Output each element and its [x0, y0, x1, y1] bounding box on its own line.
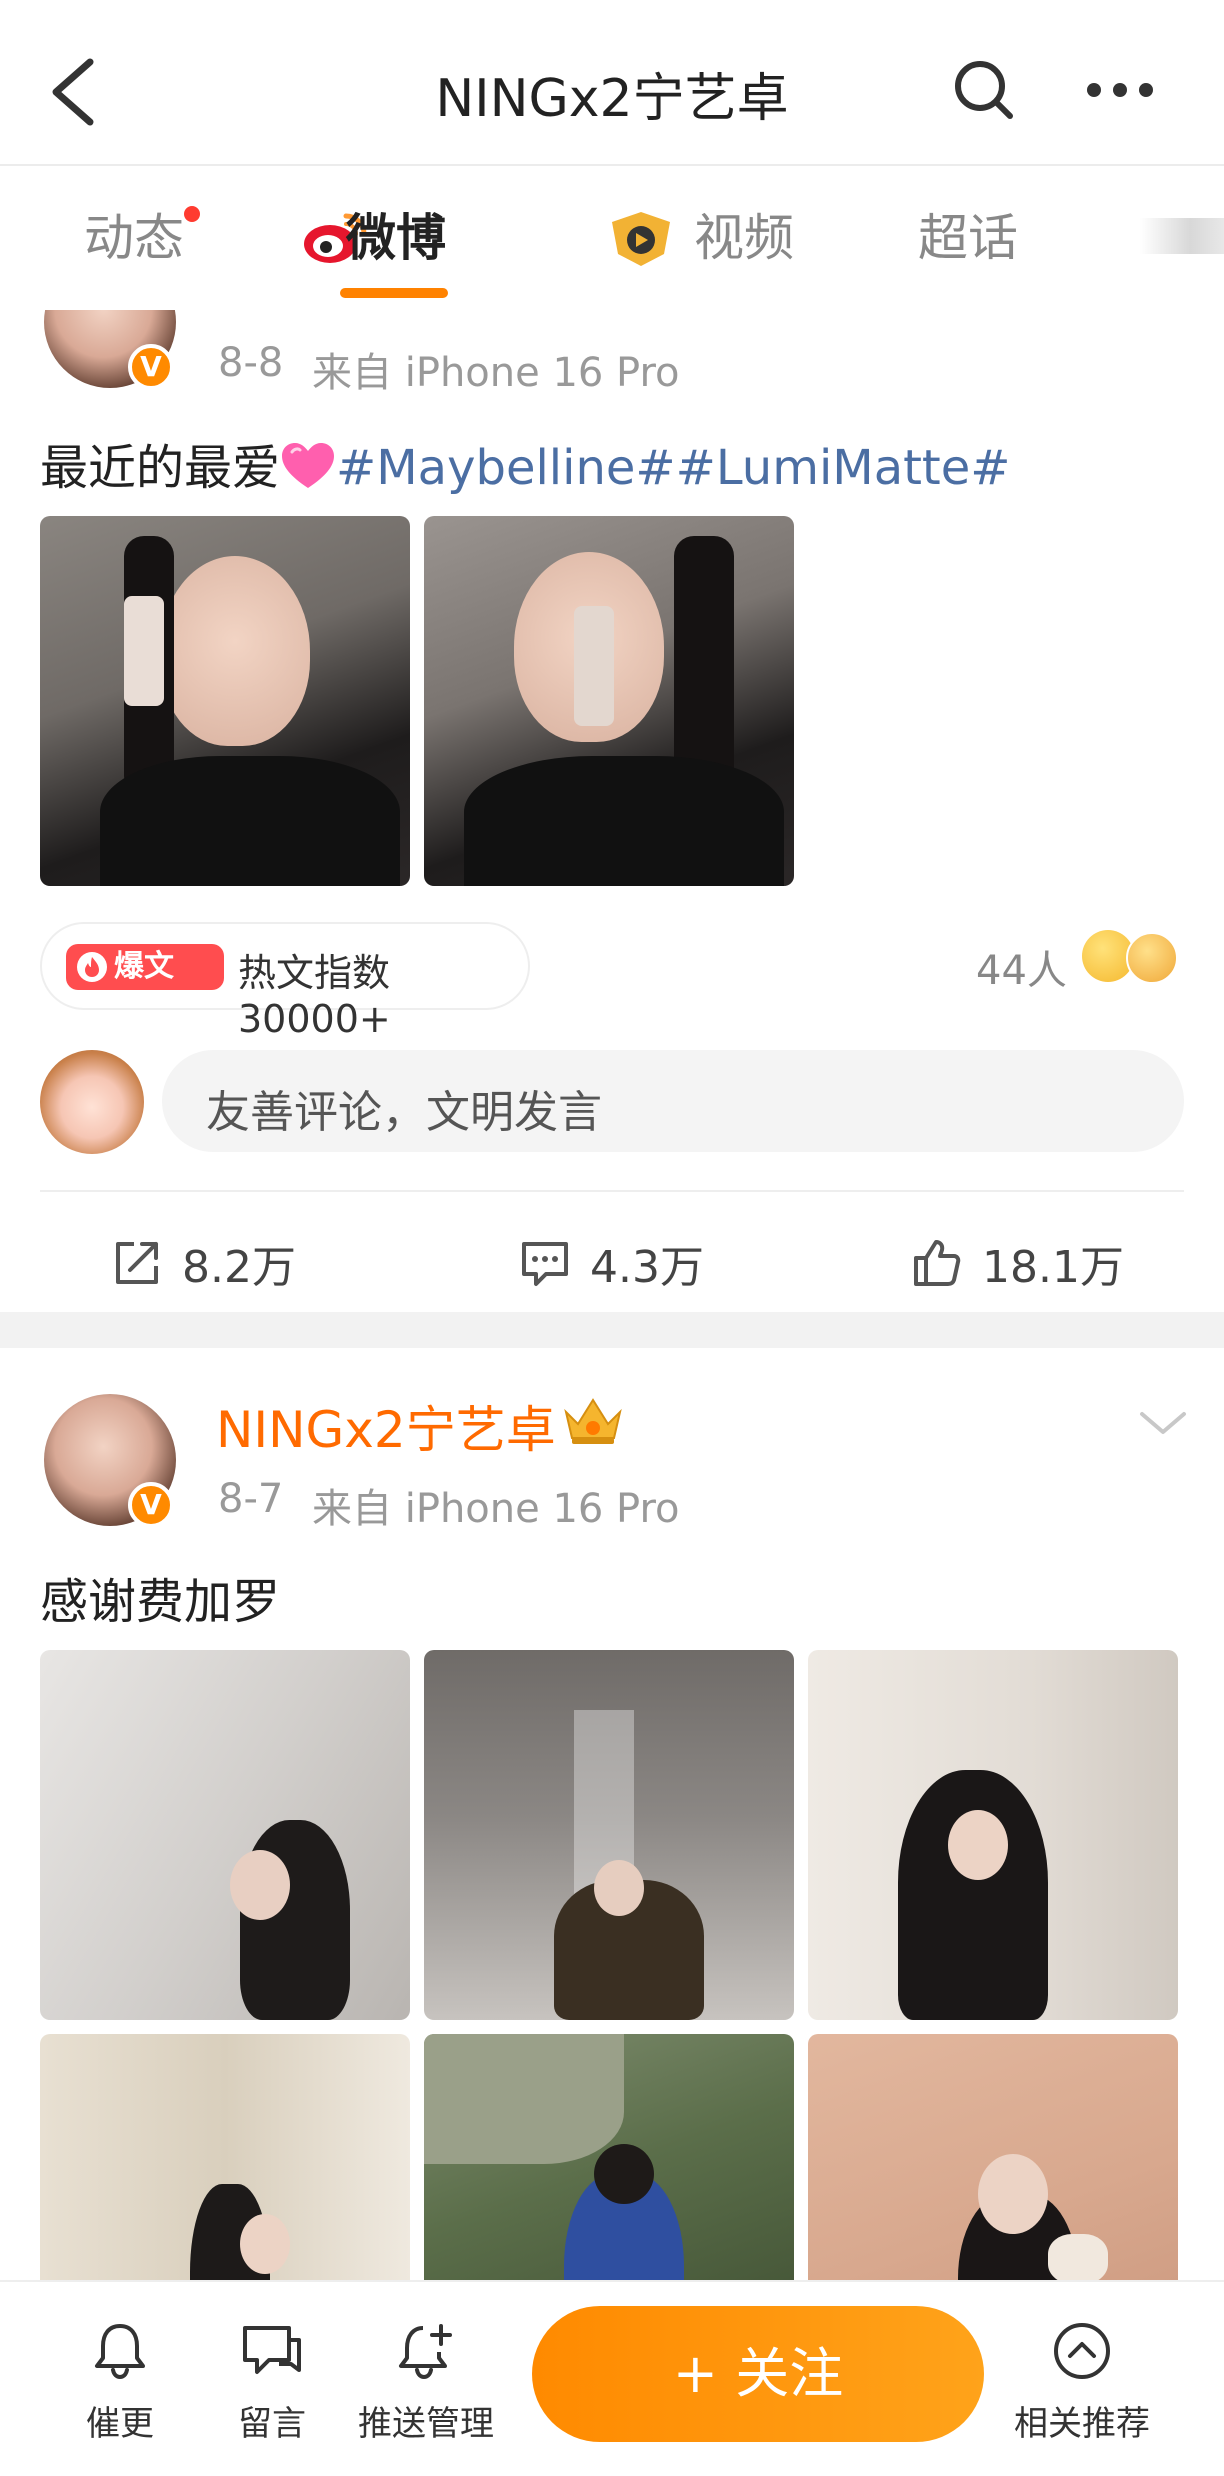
bell-plus-icon: [399, 2324, 452, 2380]
comment-input[interactable]: 友善评论，文明发言: [162, 1050, 1184, 1152]
post-actions: 8.2万 4.3万 18.1万: [0, 1210, 1224, 1320]
flame-icon: [77, 952, 107, 982]
tab-video[interactable]: 视频: [694, 208, 794, 268]
feed[interactable]: V 8-8 来自 iPhone 16 Pro 最近的最爱 #Maybelline…: [0, 310, 1224, 2280]
photo-bow: [1048, 2234, 1108, 2280]
post-source: 来自 iPhone 16 Pro: [312, 350, 680, 396]
pink-heart-icon: [282, 443, 335, 488]
photo-bottle: [124, 596, 164, 706]
hashtag-link[interactable]: #Maybelline##LumiMatte#: [336, 440, 1010, 496]
hot-index-pill[interactable]: 爆文 热文指数30000+: [40, 922, 530, 1041]
hot-badge-label: 爆文: [114, 949, 174, 984]
verified-badge-icon: V: [128, 1482, 174, 1528]
message-label: 留言: [238, 2404, 306, 2444]
post-text: 感谢费加罗: [40, 1574, 281, 1630]
shy-emoji-icon: [1126, 932, 1178, 984]
post-separator: [0, 1312, 1224, 1348]
post-text: 最近的最爱 #Maybelline##LumiMatte#: [40, 428, 1011, 498]
like-count: 18.1万: [982, 1242, 1124, 1293]
post-image[interactable]: [424, 516, 794, 886]
tab-label: 视频: [694, 209, 794, 267]
tab-label: 微博: [346, 209, 446, 267]
search-icon[interactable]: [952, 58, 1016, 122]
profile-tabs: 动态 微博 视频 超话: [0, 166, 1224, 310]
page-title: NINGx2宁艺卓: [435, 69, 789, 129]
post-image[interactable]: [424, 2034, 794, 2280]
message-button[interactable]: 留言: [202, 2318, 342, 2445]
related-recommend-label: 相关推荐: [1014, 2404, 1150, 2444]
tab-label: 超话: [918, 209, 1018, 267]
thumbs-up-icon: [914, 1240, 961, 1286]
tab-label: 动态: [84, 209, 184, 267]
tab-super-topic[interactable]: 超话: [918, 208, 1018, 268]
comment-count: 4.3万: [590, 1242, 704, 1293]
comment-icon: [522, 1242, 568, 1286]
crown-badge-icon: [564, 1398, 622, 1444]
photo-hair: [594, 2144, 654, 2204]
repost-count: 8.2万: [182, 1242, 296, 1293]
post-image[interactable]: [40, 516, 410, 886]
current-user-avatar[interactable]: [40, 1050, 144, 1154]
post-date: 8-8: [218, 340, 284, 386]
verified-badge-icon: V: [128, 344, 174, 390]
push-settings-label: 推送管理: [358, 2404, 494, 2444]
tab-overflow-fade: [1140, 218, 1224, 254]
photo-bottle: [574, 606, 614, 726]
author-name[interactable]: NINGx2宁艺卓: [216, 1390, 556, 1462]
related-recommend-button[interactable]: 相关推荐: [1012, 2318, 1152, 2445]
tab-dynamic[interactable]: 动态: [84, 206, 200, 268]
chevron-down-icon[interactable]: [1136, 1402, 1190, 1442]
tab-weibo[interactable]: 微博: [346, 208, 446, 268]
comment-button[interactable]: 4.3万: [518, 1228, 704, 1298]
active-tab-indicator: [340, 288, 448, 298]
reaction-count: 44人: [976, 948, 1067, 994]
hot-badge: 爆文: [66, 944, 224, 990]
hot-index-text: 热文指数30000+: [238, 951, 391, 1041]
photo-face: [978, 2154, 1048, 2234]
post-image[interactable]: [808, 1650, 1178, 2020]
bottom-toolbar: 催更 留言 推送管理 + 关注 相关推荐: [0, 2280, 1224, 2476]
photo-tree: [424, 2034, 624, 2164]
message-icon: [243, 2326, 301, 2374]
post-date: 8-7: [218, 1476, 284, 1522]
more-icon[interactable]: [1084, 60, 1156, 120]
post-image[interactable]: [424, 1650, 794, 2020]
comment-placeholder: 友善评论，文明发言: [206, 1087, 602, 1138]
photo-face: [948, 1810, 1008, 1880]
divider: [40, 1190, 1184, 1192]
photo-face: [240, 2214, 290, 2274]
like-button[interactable]: 18.1万: [910, 1228, 1124, 1298]
photo-face: [160, 556, 310, 746]
urge-update-button[interactable]: 催更: [50, 2318, 190, 2445]
post-image[interactable]: [808, 2034, 1178, 2280]
video-icon: [612, 212, 670, 266]
chevron-up-circle-icon: [1054, 2323, 1110, 2379]
urge-update-label: 催更: [86, 2404, 154, 2444]
photo-top: [464, 756, 784, 886]
photo-figure: [898, 1770, 1048, 2020]
repost-icon: [116, 1242, 158, 1284]
top-bar: NINGx2宁艺卓: [0, 0, 1224, 166]
post-text-plain: 最近的最爱: [40, 440, 281, 496]
follow-button[interactable]: + 关注: [532, 2306, 984, 2442]
push-settings-button[interactable]: 推送管理: [356, 2318, 496, 2445]
notification-dot: [184, 206, 200, 222]
post-image[interactable]: [40, 2034, 410, 2280]
bell-icon: [95, 2324, 145, 2380]
post-source: 来自 iPhone 16 Pro: [312, 1486, 680, 1532]
post-image[interactable]: [40, 1650, 410, 2020]
photo-face: [230, 1850, 290, 1920]
photo-face: [594, 1860, 644, 1916]
repost-button[interactable]: 8.2万: [110, 1228, 296, 1298]
photo-top: [100, 756, 400, 886]
